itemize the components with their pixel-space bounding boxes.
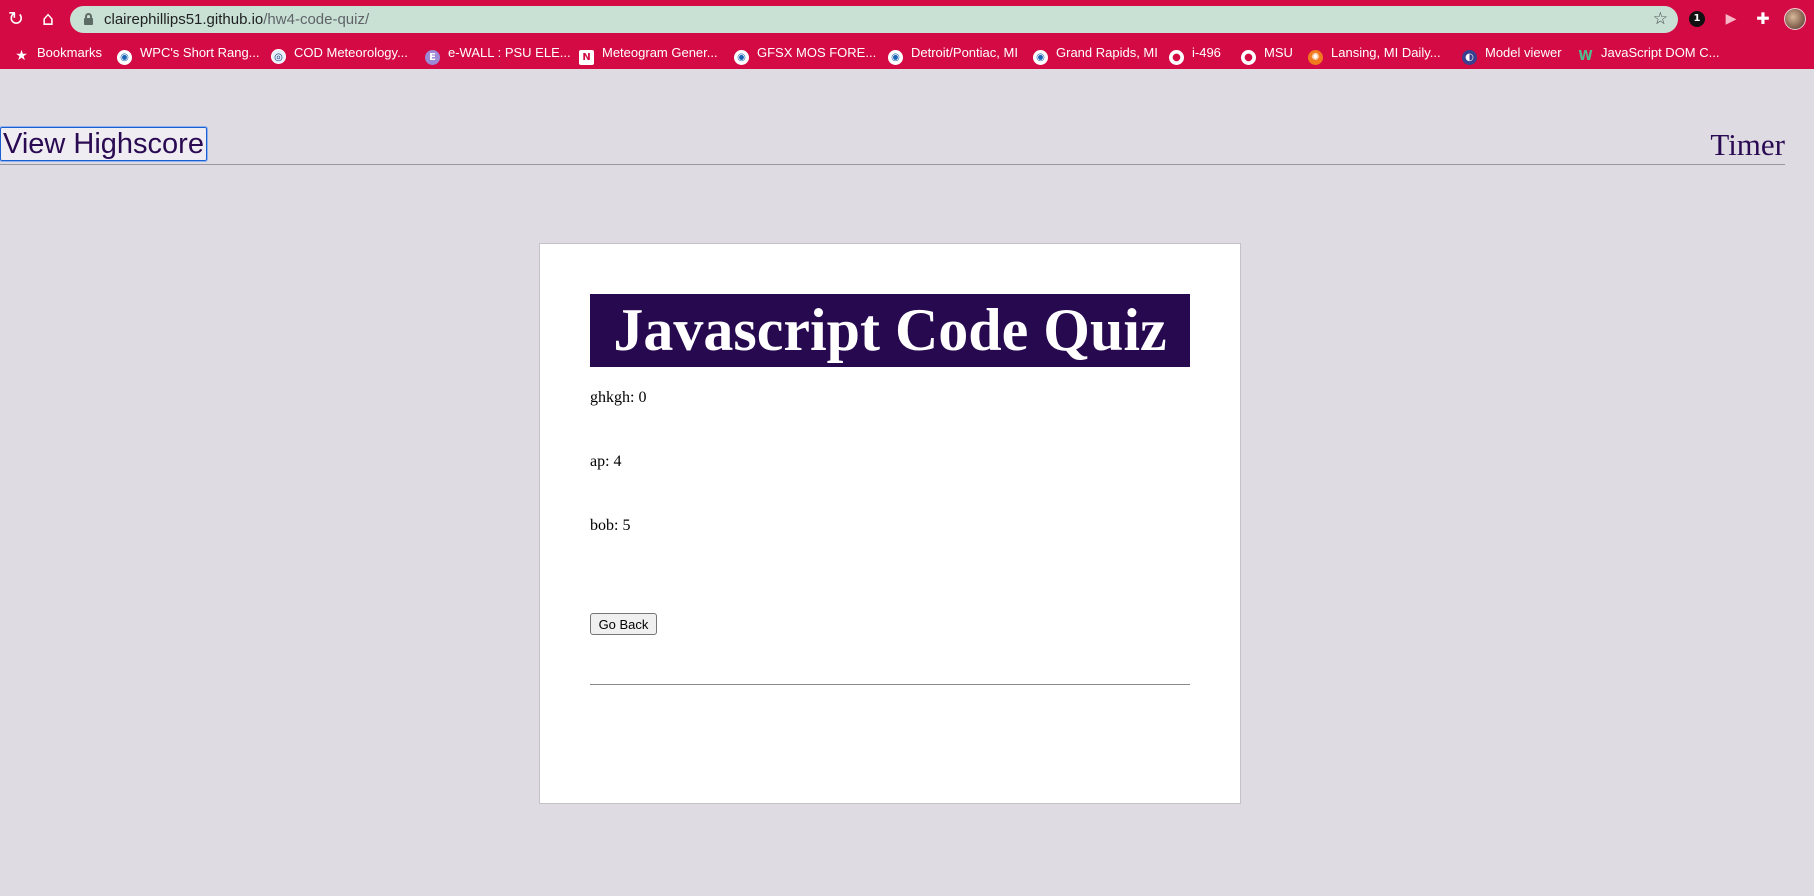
bookmark-item[interactable]: N Meteogram Gener... <box>579 43 718 65</box>
bookmarks-bar: ★ Bookmarks ◉ WPC's Short Rang... ◎ COD Met… <box>0 38 1814 69</box>
globe-icon: ● <box>1241 50 1256 65</box>
bookmark-item[interactable]: ★ Bookmarks <box>14 43 103 64</box>
bookmark-label: i-496 <box>1192 45 1221 60</box>
score-entry: bob: 5 <box>590 517 631 534</box>
noaa-icon: ◉ <box>117 50 132 65</box>
bookmark-label: WPC's Short Rang... <box>140 45 260 60</box>
noaa-icon: ◉ <box>1033 50 1048 65</box>
bookmark-label: Grand Rapids, MI <box>1056 45 1158 60</box>
bookmark-label: JavaScript DOM C... <box>1601 45 1720 60</box>
bookmark-item[interactable]: Ee-WALL : PSU ELE... <box>425 43 571 65</box>
home-icon[interactable]: ⌂ <box>37 8 59 30</box>
view-highscore-button[interactable]: View Highscore <box>0 126 208 162</box>
quiz-header: View Highscore Timer <box>0 125 1785 165</box>
address-bar[interactable]: clairephillips51.github.io/hw4-code-quiz… <box>70 6 1678 33</box>
bookmark-label: Meteogram Gener... <box>602 45 718 60</box>
password-manager-icon[interactable]: 1 <box>1689 11 1705 27</box>
bookmark-label: Bookmarks <box>37 45 103 60</box>
bookmark-item[interactable]: ◉ GFSX MOS FORE... <box>734 43 877 65</box>
w-icon: W <box>1578 49 1593 64</box>
bookmark-item[interactable]: ◎ COD Meteorology... <box>271 43 408 64</box>
bookmark-label: Lansing, MI Daily... <box>1331 45 1441 60</box>
extensions-puzzle-icon[interactable]: ✚ <box>1753 9 1773 29</box>
bookmark-item[interactable]: ● i-496 <box>1169 43 1221 65</box>
bookmark-label: Detroit/Pontiac, MI <box>911 45 1018 60</box>
highscore-card: Javascript Code Quiz ghkgh: 0 ap: 4 bob:… <box>539 243 1241 804</box>
toolbar: ↻ ⌂ clairephillips51.github.io/hw4-code-… <box>0 0 1814 38</box>
star-icon: ★ <box>15 48 28 64</box>
bookmark-label: GFSX MOS FORE... <box>757 45 877 60</box>
globe-icon: ● <box>1169 50 1184 65</box>
bookmark-item[interactable]: ◉ WPC's Short Rang... <box>117 43 260 65</box>
n-icon: N <box>579 50 594 65</box>
bookmark-star-icon[interactable]: ☆ <box>1653 9 1668 29</box>
bookmark-label: COD Meteorology... <box>294 45 408 60</box>
bookmark-label: Model viewer <box>1485 45 1562 60</box>
lock-icon[interactable] <box>84 13 93 25</box>
bookmark-item[interactable]: ✺ Lansing, MI Daily... <box>1308 43 1441 65</box>
bookmark-item[interactable]: ◉ Grand Rapids, MI <box>1033 43 1158 65</box>
bookmark-item[interactable]: ◉ Detroit/Pontiac, MI <box>888 43 1018 65</box>
bookmark-item[interactable]: ◐ Model viewer <box>1462 43 1562 65</box>
bookmark-item[interactable]: ● MSU <box>1241 43 1293 65</box>
url-path: /hw4-code-quiz/ <box>263 11 370 28</box>
browser-chrome: ↻ ⌂ clairephillips51.github.io/hw4-code-… <box>0 0 1814 69</box>
bookmark-item[interactable]: W JavaScript DOM C... <box>1578 43 1720 64</box>
divider <box>590 684 1190 685</box>
profile-avatar[interactable] <box>1784 8 1806 30</box>
score-entry: ap: 4 <box>590 453 622 470</box>
e-icon: E <box>425 50 440 65</box>
page-title: Javascript Code Quiz <box>590 294 1190 367</box>
noaa-icon: ◉ <box>888 50 903 65</box>
score-entry: ghkgh: 0 <box>590 389 647 406</box>
go-back-button[interactable]: Go Back <box>590 613 657 635</box>
model-icon: ◐ <box>1462 50 1477 65</box>
lansing-icon: ✺ <box>1308 50 1323 65</box>
url-text[interactable]: clairephillips51.github.io/hw4-code-quiz… <box>104 11 369 28</box>
screen-recorder-icon[interactable]: ▶ <box>1721 9 1741 29</box>
bookmark-label: MSU <box>1264 45 1293 60</box>
bookmark-label: e-WALL : PSU ELE... <box>448 45 571 60</box>
timer-label: Timer <box>1710 127 1785 162</box>
url-host: clairephillips51.github.io <box>104 11 264 28</box>
noaa-icon: ◉ <box>734 50 749 65</box>
reload-icon[interactable]: ↻ <box>5 8 27 30</box>
page-content: View Highscore Timer Javascript Code Qui… <box>0 69 1814 896</box>
cod-icon: ◎ <box>271 49 286 64</box>
